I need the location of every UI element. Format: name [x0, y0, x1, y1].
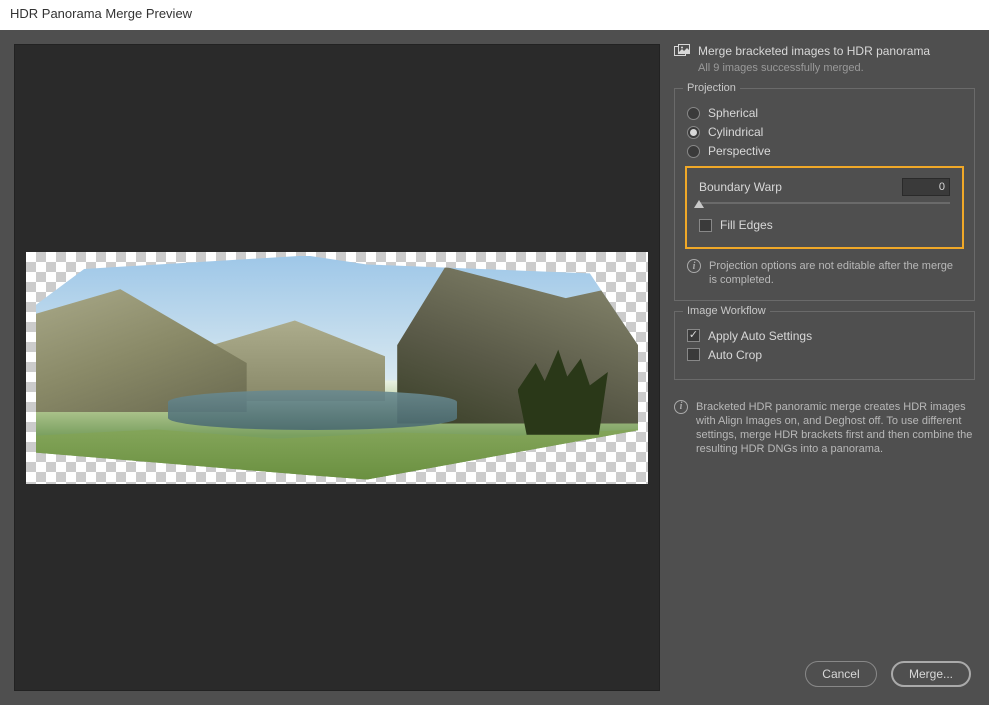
radio-icon: [687, 145, 700, 158]
info-icon: i: [687, 259, 701, 273]
checkbox-auto-settings[interactable]: Apply Auto Settings: [687, 329, 962, 343]
checkbox-icon: [687, 348, 700, 361]
radio-spherical[interactable]: Spherical: [687, 106, 962, 120]
info-icon: i: [674, 400, 688, 414]
boundary-warp-slider[interactable]: [699, 202, 950, 204]
boundary-warp-highlight: Boundary Warp Fill Edges: [685, 166, 964, 249]
hdr-header-label: Merge bracketed images to HDR panorama: [698, 44, 930, 58]
projection-info-text: Projection options are not editable afte…: [709, 259, 962, 288]
slider-thumb-icon[interactable]: [694, 200, 704, 208]
button-row: Cancel Merge...: [674, 653, 975, 691]
preview-panel: [14, 44, 660, 691]
side-panel: Merge bracketed images to HDR panorama A…: [674, 44, 975, 691]
checkbox-label: Auto Crop: [708, 348, 762, 362]
checkbox-auto-crop[interactable]: Auto Crop: [687, 348, 962, 362]
checkbox-icon: [699, 219, 712, 232]
cancel-button[interactable]: Cancel: [805, 661, 877, 687]
projection-group: Projection Spherical Cylindrical Perspec…: [674, 88, 975, 301]
footer-info: i Bracketed HDR panoramic merge creates …: [674, 400, 975, 457]
radio-icon: [687, 126, 700, 139]
workflow-group: Image Workflow Apply Auto Settings Auto …: [674, 311, 975, 380]
footer-info-text: Bracketed HDR panoramic merge creates HD…: [696, 400, 975, 457]
boundary-warp-label: Boundary Warp: [699, 180, 782, 194]
merge-button[interactable]: Merge...: [891, 661, 971, 687]
checkbox-label: Fill Edges: [720, 218, 773, 232]
panorama-preview-image: [26, 252, 648, 484]
radio-perspective[interactable]: Perspective: [687, 144, 962, 158]
workflow-legend: Image Workflow: [683, 305, 770, 317]
radio-label: Perspective: [708, 144, 771, 158]
hdr-header: Merge bracketed images to HDR panorama: [674, 44, 975, 58]
projection-legend: Projection: [683, 82, 740, 94]
merge-icon: [674, 44, 690, 58]
boundary-warp-input[interactable]: [902, 178, 950, 196]
radio-label: Cylindrical: [708, 125, 763, 139]
checkbox-fill-edges[interactable]: Fill Edges: [699, 218, 950, 232]
dialog-body: Merge bracketed images to HDR panorama A…: [0, 30, 989, 705]
window-title: HDR Panorama Merge Preview: [0, 0, 989, 30]
radio-icon: [687, 107, 700, 120]
radio-label: Spherical: [708, 106, 758, 120]
merge-status: All 9 images successfully merged.: [698, 62, 975, 74]
checkbox-icon: [687, 329, 700, 342]
radio-cylindrical[interactable]: Cylindrical: [687, 125, 962, 139]
projection-info: i Projection options are not editable af…: [687, 259, 962, 288]
checkbox-label: Apply Auto Settings: [708, 329, 812, 343]
